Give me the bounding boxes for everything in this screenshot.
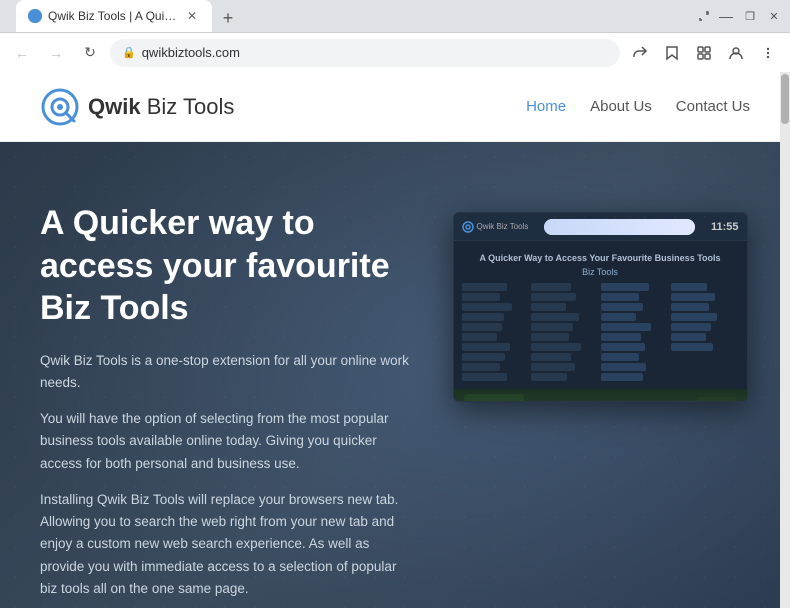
logo-text: Qwik Biz Tools bbox=[88, 94, 234, 120]
logo-icon bbox=[40, 87, 80, 127]
app-links-grid bbox=[454, 281, 747, 383]
refresh-button[interactable]: ↻ bbox=[76, 39, 104, 67]
nav-about[interactable]: About Us bbox=[590, 98, 652, 115]
tab-title: Qwik Biz Tools | A Quicker way t... bbox=[48, 9, 178, 23]
app-col-4 bbox=[671, 283, 739, 381]
hero-right: Qwik Biz Tools 11:55 A Quicker Way to Ac… bbox=[450, 212, 750, 608]
website-viewport: Qwik Biz Tools Home About Us Contact Us … bbox=[0, 72, 790, 608]
hero-para2: You will have the option of selecting fr… bbox=[40, 408, 410, 475]
tab-close-button[interactable]: ✕ bbox=[184, 8, 200, 24]
toolbar-icons bbox=[626, 39, 782, 67]
nav-contact[interactable]: Contact Us bbox=[676, 98, 750, 115]
logo-area: Qwik Biz Tools bbox=[40, 87, 234, 127]
scrollbar-track[interactable] bbox=[780, 72, 790, 608]
url-text: qwikbiztools.com bbox=[142, 45, 240, 60]
address-bar[interactable]: 🔒 qwikbiztools.com bbox=[110, 39, 620, 67]
active-tab[interactable]: Qwik Biz Tools | A Quicker way t... ✕ bbox=[16, 0, 212, 32]
tab-favicon bbox=[28, 9, 42, 23]
app-col-3 bbox=[601, 283, 669, 381]
logo-bold: Qwik bbox=[88, 94, 141, 119]
expand-icon bbox=[698, 10, 710, 22]
app-search-bar bbox=[544, 219, 695, 235]
site-header: Qwik Biz Tools Home About Us Contact Us bbox=[0, 72, 790, 142]
title-bar: Qwik Biz Tools | A Quicker way t... ✕ + … bbox=[0, 0, 790, 32]
app-landscape bbox=[454, 389, 747, 402]
hero-section: A Quicker way to access your favourite B… bbox=[0, 142, 790, 608]
close-button[interactable]: ✕ bbox=[766, 8, 782, 24]
app-top-bar: Qwik Biz Tools 11:55 bbox=[454, 213, 747, 241]
minimize-button[interactable]: — bbox=[718, 8, 734, 24]
share-icon[interactable] bbox=[626, 39, 654, 67]
window-controls: — ❐ ✕ bbox=[698, 8, 782, 24]
back-button[interactable]: ← bbox=[8, 39, 36, 67]
app-time: 11:55 bbox=[711, 221, 739, 233]
new-tab-button[interactable]: + bbox=[214, 4, 242, 32]
restore-button[interactable]: ❐ bbox=[742, 8, 758, 24]
logo-normal: Biz Tools bbox=[141, 94, 235, 119]
forward-button[interactable]: → bbox=[42, 39, 70, 67]
app-logo-small: Qwik Biz Tools bbox=[462, 221, 529, 233]
scrollbar-thumb[interactable] bbox=[781, 74, 789, 124]
bookmark-icon[interactable] bbox=[658, 39, 686, 67]
site-navigation: Home About Us Contact Us bbox=[526, 98, 750, 115]
app-col-2 bbox=[531, 283, 599, 381]
hero-para1: Qwik Biz Tools is a one-stop extension f… bbox=[40, 350, 410, 395]
app-logo-label: Qwik Biz Tools bbox=[477, 222, 529, 231]
nav-home[interactable]: Home bbox=[526, 98, 566, 115]
hero-left: A Quicker way to access your favourite B… bbox=[40, 202, 410, 608]
profile-icon[interactable] bbox=[722, 39, 750, 67]
app-screenshot: Qwik Biz Tools 11:55 A Quicker Way to Ac… bbox=[453, 212, 748, 402]
app-hero-text: A Quicker Way to Access Your Favourite B… bbox=[454, 245, 747, 267]
tab-bar: Qwik Biz Tools | A Quicker way t... ✕ + bbox=[8, 0, 694, 32]
lock-icon: 🔒 bbox=[122, 46, 136, 59]
app-col-1 bbox=[462, 283, 530, 381]
hero-title: A Quicker way to access your favourite B… bbox=[40, 202, 410, 330]
browser-frame: Qwik Biz Tools | A Quicker way t... ✕ + … bbox=[0, 0, 790, 608]
menu-icon[interactable] bbox=[754, 39, 782, 67]
hero-para3: Installing Qwik Biz Tools will replace y… bbox=[40, 489, 410, 600]
address-bar-row: ← → ↻ 🔒 qwikbiztools.com bbox=[0, 32, 790, 72]
app-logo-center: Biz Tools bbox=[454, 267, 747, 277]
extensions-icon[interactable] bbox=[690, 39, 718, 67]
